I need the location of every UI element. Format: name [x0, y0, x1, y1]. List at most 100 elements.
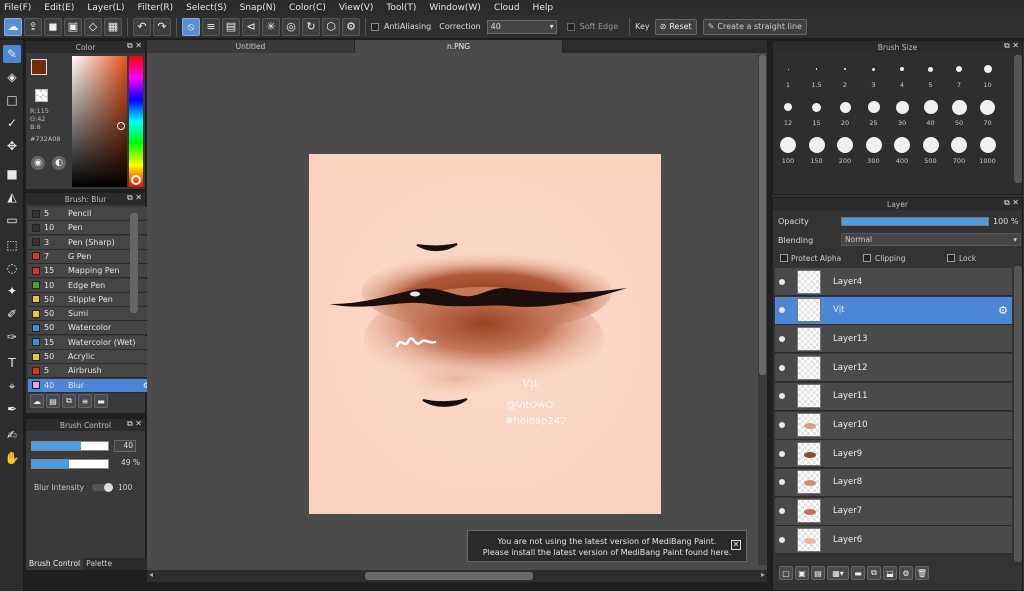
brush-settings-icon[interactable]: ≡ [78, 394, 92, 408]
visibility-icon[interactable] [779, 422, 785, 428]
lock-checkbox[interactable] [947, 254, 955, 262]
snap-off-icon[interactable]: ⦸ [182, 17, 200, 36]
menu-item-5[interactable]: Snap(N) [240, 3, 276, 13]
brush-size-dot[interactable] [839, 101, 851, 113]
add-layer-menu-icon[interactable]: ▦▾ [827, 566, 849, 580]
tab-palette[interactable]: Palette [83, 558, 115, 570]
opacity-slider[interactable] [31, 459, 109, 469]
select-pen-icon[interactable]: ✐ [3, 305, 21, 323]
brush-size-dot[interactable] [865, 137, 882, 153]
delete-layer-icon[interactable]: 🗑 [915, 566, 929, 580]
palette-icon[interactable]: ◉ [31, 156, 45, 170]
brush-size-dot[interactable] [951, 99, 967, 115]
menu-item-2[interactable]: Layer(L) [87, 3, 124, 13]
gradient-tool-icon[interactable]: ▭ [3, 211, 21, 229]
duplicate-layer-icon[interactable]: ⧉ [867, 566, 881, 580]
redo-icon[interactable]: ↷ [153, 17, 171, 36]
brush-item[interactable]: 50 Watercolor [28, 321, 153, 336]
cloud-icon[interactable]: ☁ [4, 17, 22, 36]
visibility-icon[interactable] [779, 307, 785, 314]
menu-item-1[interactable]: Edit(E) [44, 3, 74, 13]
visibility-icon[interactable] [779, 508, 785, 515]
close-icon[interactable]: ⧉ ✕ [1004, 41, 1019, 51]
brush-size-dot[interactable] [815, 68, 818, 70]
menu-item-3[interactable]: Filter(R) [138, 3, 174, 13]
layer-row[interactable]: Layer6 [775, 526, 1012, 555]
visibility-icon[interactable] [779, 335, 785, 342]
hue-slider[interactable] [129, 56, 143, 187]
lasso-tool-icon[interactable]: ◌ [3, 259, 21, 277]
scrollbar[interactable] [130, 213, 138, 313]
copy-brush-icon[interactable]: ⧉ [62, 394, 76, 408]
menu-item-9[interactable]: Window(W) [429, 3, 480, 13]
brush-size-dot[interactable] [951, 137, 967, 153]
rectangle-tool-icon[interactable]: □ [3, 91, 21, 109]
layer-opacity-slider[interactable] [841, 217, 989, 226]
brush-item[interactable]: 15 Watercolor (Wet) [28, 335, 153, 350]
comment-icon[interactable]: ◼ [44, 17, 62, 36]
brush-item[interactable]: 40Blur⚙ [28, 378, 153, 393]
pen-tool-icon[interactable]: ✍ [3, 426, 21, 444]
clipping-checkbox[interactable] [863, 254, 871, 262]
brush-item[interactable]: 5 Airbrush [28, 364, 153, 379]
polygon-snap-icon[interactable]: ⬡ [322, 17, 340, 36]
grid-icon[interactable]: ▦ [104, 17, 122, 36]
layer-row[interactable]: Layer13 [775, 325, 1012, 354]
stroke-tool-icon[interactable]: ✓ [3, 114, 21, 132]
brush-size-dot[interactable] [956, 66, 962, 72]
cross-snap-icon[interactable]: ▤ [222, 17, 240, 36]
visibility-icon[interactable] [779, 393, 785, 400]
brush-size-dot[interactable] [923, 100, 938, 114]
brush-size-dot[interactable] [872, 67, 875, 71]
softedge-checkbox[interactable] [566, 22, 575, 31]
vertical-scrollbar[interactable] [758, 55, 767, 565]
protect-alpha-checkbox[interactable] [780, 254, 788, 262]
visibility-icon[interactable] [779, 278, 785, 285]
layer-row[interactable]: Layer12 [775, 354, 1012, 383]
material-icon[interactable]: ▣ [64, 17, 82, 36]
brush-size-dot[interactable] [979, 137, 996, 153]
brush-size-dot[interactable] [928, 66, 933, 72]
color-wheel-icon[interactable]: ◐ [52, 156, 66, 170]
new-halftone-layer-icon[interactable]: ▣ [795, 566, 809, 580]
antialias-checkbox[interactable] [371, 22, 379, 31]
brush-size-dot[interactable] [894, 137, 910, 153]
close-icon[interactable]: ⧉ ✕ [127, 193, 142, 203]
hue-slider-handle[interactable] [131, 175, 141, 185]
horizontal-scrollbar[interactable]: ◂ ▸ [147, 570, 767, 582]
layer-row[interactable]: Layer11 [775, 382, 1012, 411]
folder-icon[interactable]: ▬ [851, 566, 865, 580]
visibility-icon[interactable] [779, 450, 785, 457]
move-tool-icon[interactable]: ✥ [3, 137, 21, 155]
close-icon[interactable]: ⧉ ✕ [127, 41, 142, 51]
menu-item-7[interactable]: View(V) [339, 3, 374, 13]
layer-row[interactable]: Layer7 [775, 497, 1012, 526]
select-tool-icon[interactable]: ⬚ [3, 236, 21, 254]
brush-size-dot[interactable] [900, 67, 904, 71]
scrollbar[interactable] [1014, 55, 1022, 183]
scroll-right-icon[interactable]: ▸ [761, 570, 765, 579]
layer-row[interactable]: Layer4 [775, 268, 1012, 296]
parallel-snap-icon[interactable]: ≡ [202, 17, 220, 36]
menu-item-4[interactable]: Select(S) [186, 3, 227, 13]
menu-item-11[interactable]: Help [533, 3, 554, 13]
close-icon[interactable]: ✕ [731, 540, 741, 550]
brush-item[interactable]: 50 Acrylic [28, 350, 153, 364]
layer-settings-icon[interactable]: ⚙ [899, 566, 913, 580]
layer-row[interactable]: Layer10 [775, 411, 1012, 440]
menu-item-6[interactable]: Color(C) [289, 3, 326, 13]
menu-item-0[interactable]: File(F) [4, 3, 31, 13]
merge-layer-icon[interactable]: ⬓ [883, 566, 897, 580]
size-slider[interactable] [31, 441, 109, 451]
artwork-canvas[interactable]: Vịt @VitOwO #hoidap247 [309, 154, 661, 514]
brush-size-dot[interactable] [812, 102, 821, 112]
eraser-tool-icon[interactable]: ◈ [3, 68, 21, 86]
color-picker-cursor[interactable] [117, 122, 125, 130]
snap-settings-icon[interactable]: ⚙ [342, 17, 360, 36]
brush-size-dot[interactable] [787, 68, 789, 70]
new-8bit-layer-icon[interactable]: ▤ [811, 566, 825, 580]
add-brush-icon[interactable]: ▤ [46, 394, 60, 408]
cloud-brush-icon[interactable]: ☁ [30, 394, 44, 408]
brush-size-dot[interactable] [895, 100, 909, 114]
brush-size-dot[interactable] [808, 137, 825, 153]
